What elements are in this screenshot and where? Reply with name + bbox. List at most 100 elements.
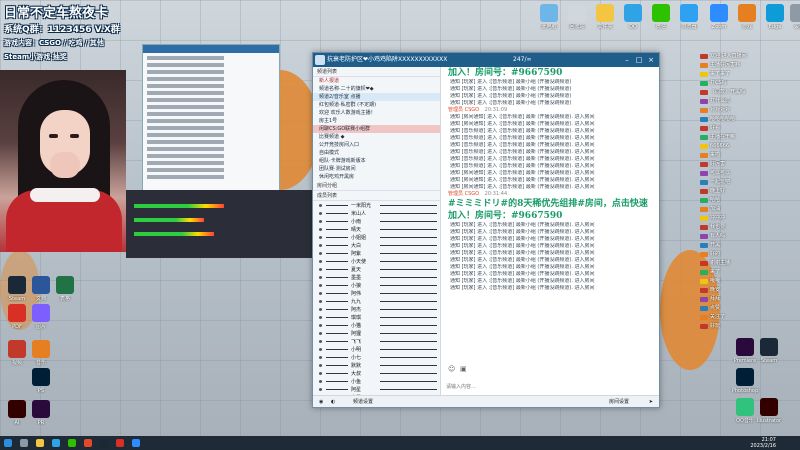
channel-item[interactable]: 休闲吃鸡开黑房	[313, 173, 440, 181]
channel-item[interactable]: 比赛频道 ◆	[313, 133, 440, 141]
member-row[interactable]: 默默	[313, 361, 440, 369]
member-name: 小天使	[351, 258, 367, 265]
system-clock[interactable]: 21:07 2023/2/16	[750, 437, 776, 449]
member-row[interactable]: 米山人	[313, 209, 440, 217]
window-bottom-bar: ◉ ◐ 频道设置 房间设置 ➤	[313, 395, 659, 407]
start-icon[interactable]	[4, 439, 12, 447]
user-badge	[700, 99, 708, 104]
close-icon[interactable]: ×	[645, 53, 657, 67]
main-voice-chat-window[interactable]: 抗衰老防护区❤小鸡鸡陷阱XXXXXXXXXXXX 247/∞ – □ × 频道列…	[312, 52, 660, 408]
member-row[interactable]: 小猫	[313, 321, 440, 329]
channel-item[interactable]: 公开竞技房间入口	[313, 141, 440, 149]
channel-item[interactable]: 团队赛·测试房间	[313, 165, 440, 173]
chat-text: 开黑	[710, 242, 721, 248]
member-row[interactable]: 阿狸	[313, 329, 440, 337]
member-row[interactable]: 大叔	[313, 369, 440, 377]
desktop-shortcut[interactable]: 表格	[48, 276, 82, 302]
divider	[326, 308, 348, 310]
channel-item[interactable]: 频道2/音乐室 点播	[313, 93, 440, 101]
chat-text: 加油	[710, 206, 721, 212]
desktop-shortcut[interactable]: 音乐	[24, 340, 58, 366]
channel-item[interactable]: 闲聊CS:GO联赛小组群	[313, 125, 440, 133]
channel-item[interactable]: 欢迎 欢乐人数游戏主播！	[313, 109, 440, 117]
qq-icon[interactable]	[52, 439, 60, 447]
message-list[interactable]: 加入！房间号：#9667590 通知 [玩家] 进入 :[音乐频道] 最新小组 …	[442, 67, 659, 379]
member-row[interactable]: 小鱼	[313, 377, 440, 385]
member-row[interactable]: 阿星	[313, 385, 440, 393]
member-row[interactable]: 小七	[313, 353, 440, 361]
channel-item[interactable]: 红包频道·私密群 (不定期)	[313, 101, 440, 109]
chat-text: 谢谢主播	[710, 260, 731, 266]
member-row[interactable]: 夏天	[313, 265, 440, 273]
image-icon[interactable]: ▣	[460, 365, 467, 373]
chat-line	[147, 70, 275, 74]
desktop-shortcut[interactable]: 设置	[782, 4, 800, 30]
app-icon[interactable]	[116, 439, 124, 447]
desktop-shortcut[interactable]: 图片	[24, 304, 58, 330]
divider	[380, 388, 437, 390]
member-row[interactable]: 飞飞	[313, 337, 440, 345]
divider	[326, 220, 348, 222]
obs-audio-mixer[interactable]	[126, 190, 312, 258]
desktop-shortcut[interactable]: PS	[24, 368, 58, 394]
channel-item[interactable]: 自由模式	[313, 149, 440, 157]
maximize-icon[interactable]: □	[633, 53, 645, 67]
channel-item[interactable]: 组队·卡牌游戏新版本	[313, 157, 440, 165]
member-count: 247/∞	[513, 56, 532, 63]
steam-icon[interactable]	[100, 439, 108, 447]
shortcut-label: 浏览器	[681, 24, 697, 30]
chat-text: 好的	[710, 251, 721, 257]
channel-search-label[interactable]: 新人报道	[313, 77, 440, 85]
shortcut-label: 图片	[35, 324, 46, 330]
member-row[interactable]: 阿伟	[313, 289, 440, 297]
member-row[interactable]: 阿紫	[313, 249, 440, 257]
room-settings-link[interactable]: 房间设置	[609, 396, 629, 408]
desktop-shortcut[interactable]: PR	[24, 400, 58, 426]
system-message: 通知 [玩家] 进入 :[音乐频道] 最新小组 (开播没跳频道). 进入房间	[450, 236, 595, 242]
user-badge	[700, 252, 708, 257]
member-row[interactable]: 小狼	[313, 281, 440, 289]
member-row[interactable]: 小天使	[313, 257, 440, 265]
divider	[326, 252, 348, 254]
side-chat-window[interactable]	[142, 44, 280, 194]
member-row[interactable]: 琪琪	[313, 313, 440, 321]
divider	[326, 300, 348, 302]
audio-meter	[134, 204, 224, 208]
member-row[interactable]: 大白	[313, 241, 440, 249]
member-row[interactable]: 阿杰	[313, 305, 440, 313]
member-row[interactable]: 小姐姐	[313, 233, 440, 241]
wechat-icon[interactable]	[68, 439, 76, 447]
emoji-icon[interactable]: ☺	[448, 365, 455, 373]
members-section-label: 成员列表	[313, 191, 440, 201]
desktop-shortcut[interactable]: 浏览器	[672, 4, 706, 30]
member-row[interactable]: 晴天	[313, 225, 440, 233]
minimize-icon[interactable]: –	[621, 53, 633, 67]
member-row[interactable]: 小明	[313, 345, 440, 353]
message-input[interactable]	[446, 381, 646, 393]
member-row[interactable]: 九九	[313, 297, 440, 305]
status-dot	[319, 387, 322, 391]
member-row[interactable]: 小雨	[313, 217, 440, 225]
divider	[380, 236, 437, 238]
explorer-icon[interactable]	[36, 439, 44, 447]
system-message: 通知 [房间通知] 进入 :[音乐频道] 最新 (开播没跳频道). 进入房间	[450, 170, 595, 176]
desktop-shortcut[interactable]: Photoshop	[728, 368, 762, 394]
clock-date: 2023/2/16	[750, 443, 776, 449]
divider	[380, 228, 437, 230]
live-chat-message: 好看	[700, 124, 800, 133]
channel-settings-link[interactable]: 频道设置	[353, 396, 373, 408]
search-icon[interactable]	[20, 439, 28, 447]
member-row[interactable]: 一米阳光	[313, 201, 440, 209]
mic-icon[interactable]: ◉	[319, 396, 323, 408]
channel-item[interactable]: 房主1号	[313, 117, 440, 125]
send-icon[interactable]: ➤	[649, 396, 653, 408]
app-icon[interactable]	[132, 439, 140, 447]
channel-item[interactable]: 频道名称·二十的旗帜❤◆	[313, 85, 440, 93]
app-icon[interactable]	[84, 439, 92, 447]
audio-meter	[134, 232, 214, 236]
message-input-area[interactable]: ☺ ▣	[442, 365, 659, 395]
member-row[interactable]: 墨墨	[313, 273, 440, 281]
desktop-shortcut[interactable]: QQ音乐	[728, 398, 762, 424]
live-chat-message: 666666	[700, 142, 800, 151]
headset-icon[interactable]: ◐	[331, 396, 335, 408]
